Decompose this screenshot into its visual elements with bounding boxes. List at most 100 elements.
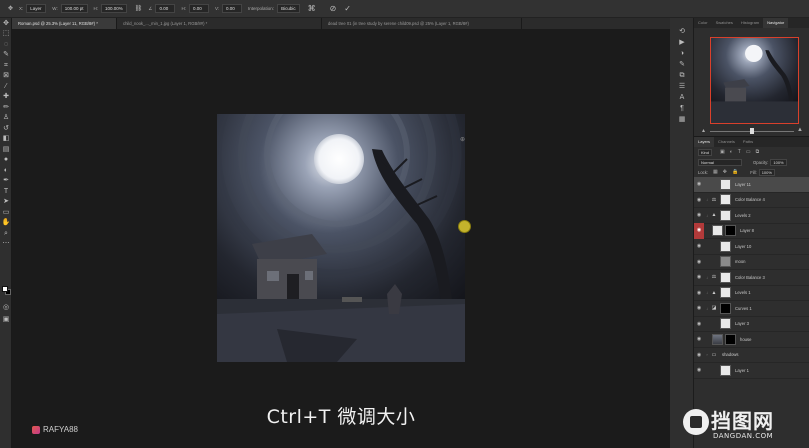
layer-row[interactable]: ◉ ↓ ▲ Levels 1 bbox=[694, 286, 809, 301]
tab-roman[interactable]: Roman.psd @ 25.3% (Layer 11, RGB/8#) * bbox=[12, 18, 117, 29]
history-panel-icon[interactable]: ⟲ bbox=[670, 26, 694, 36]
shape-tool-icon[interactable]: ▭ bbox=[0, 207, 12, 218]
visibility-eye-icon[interactable]: ◉ bbox=[694, 212, 704, 218]
adjustments-panel-icon[interactable]: ◑ bbox=[670, 48, 694, 58]
filter-adjust-icon[interactable]: ◐ bbox=[730, 149, 733, 155]
tab-child-nook[interactable]: child_nook_..._min_1.jpg (Layer 1, RGB/8… bbox=[117, 18, 322, 29]
blend-mode-select[interactable]: Normal bbox=[698, 158, 742, 166]
hskew-input[interactable]: 0.00 bbox=[188, 4, 209, 13]
eraser-tool-icon[interactable]: ◧ bbox=[0, 134, 12, 145]
layer-row[interactable]: ◉ house bbox=[694, 332, 809, 348]
lock-pixels-icon[interactable]: ▦ bbox=[713, 169, 718, 175]
visibility-eye-icon[interactable]: ◉ bbox=[694, 367, 704, 373]
crop-tool-icon[interactable]: ⌗ bbox=[0, 60, 12, 71]
layer-row[interactable]: ◉ Layer 8 bbox=[694, 223, 809, 239]
tab-channels[interactable]: Channels bbox=[714, 137, 739, 147]
tab-navigator[interactable]: Navigator bbox=[763, 18, 789, 28]
properties-panel-icon[interactable]: ☰ bbox=[670, 81, 694, 91]
dodge-tool-icon[interactable]: ◐ bbox=[0, 165, 12, 176]
tab-color[interactable]: Color bbox=[694, 18, 712, 28]
visibility-eye-icon[interactable]: ◉ bbox=[694, 243, 704, 249]
brush-tool-icon[interactable]: ✏ bbox=[0, 102, 12, 113]
quick-select-tool-icon[interactable]: ✎ bbox=[0, 50, 12, 61]
opacity-input[interactable]: 100% bbox=[770, 158, 787, 166]
layer-row[interactable]: ◉ ↓ ⚖ Color Balance 3 bbox=[694, 270, 809, 286]
actions-panel-icon[interactable]: ▶ bbox=[670, 37, 694, 47]
transform-corner-mark[interactable]: ⊕ bbox=[460, 136, 465, 143]
visibility-eye-icon[interactable]: ◉ bbox=[694, 223, 704, 239]
layer-row[interactable]: ◉ Layer 10 bbox=[694, 239, 809, 255]
tab-layers[interactable]: Layers bbox=[694, 137, 715, 147]
vskew-input[interactable]: 0.00 bbox=[222, 4, 243, 13]
layer-row[interactable]: ◉ › ▭ shadows bbox=[694, 348, 809, 363]
lock-position-icon[interactable]: ✥ bbox=[723, 169, 727, 175]
layer-row[interactable]: ◉ Layer 11 bbox=[694, 177, 809, 193]
layer-row[interactable]: ◉ ↓ ⚖ Color Balance 4 bbox=[694, 193, 809, 208]
pen-tool-icon[interactable]: ✒ bbox=[0, 176, 12, 187]
blur-tool-icon[interactable]: ● bbox=[0, 155, 12, 166]
interpolation-select[interactable]: Bicubic bbox=[277, 4, 300, 13]
artwork-moon-house[interactable] bbox=[217, 114, 465, 362]
gradient-tool-icon[interactable]: ▤ bbox=[0, 144, 12, 155]
type-tool-icon[interactable]: T bbox=[0, 186, 12, 197]
brushes-panel-icon[interactable]: ✎ bbox=[670, 59, 694, 69]
quick-mask-icon[interactable]: ◎ bbox=[0, 302, 12, 313]
move-tool-icon[interactable]: ✥ bbox=[8, 5, 13, 12]
layer-row[interactable]: ◉ moon bbox=[694, 255, 809, 270]
move-tool-icon[interactable]: ✥ bbox=[0, 18, 12, 29]
screen-mode-icon[interactable]: ▣ bbox=[0, 314, 12, 325]
visibility-eye-icon[interactable]: ◉ bbox=[694, 181, 704, 187]
visibility-eye-icon[interactable]: ◉ bbox=[694, 290, 704, 296]
cancel-icon[interactable]: ⊘ bbox=[330, 4, 337, 13]
visibility-eye-icon[interactable]: ◉ bbox=[694, 352, 704, 358]
layer-row[interactable]: ◉ Layer 3 bbox=[694, 317, 809, 332]
lock-all-icon[interactable]: 🔒 bbox=[732, 169, 738, 175]
tab-paths[interactable]: Paths bbox=[739, 137, 757, 147]
visibility-eye-icon[interactable]: ◉ bbox=[694, 259, 704, 265]
zoom-tool-icon[interactable]: ⌕ bbox=[0, 228, 12, 239]
filter-shape-icon[interactable]: ▭ bbox=[746, 149, 751, 155]
visibility-eye-icon[interactable]: ◉ bbox=[694, 274, 704, 280]
filter-smart-icon[interactable]: ⧉ bbox=[756, 149, 760, 155]
frame-tool-icon[interactable]: ⊠ bbox=[0, 71, 12, 82]
glyphs-panel-icon[interactable]: ▦ bbox=[670, 114, 694, 124]
visibility-eye-icon[interactable]: ◉ bbox=[694, 305, 704, 311]
layer-row[interactable]: ◉ ↓ ◪ Curves 1 bbox=[694, 301, 809, 317]
visibility-eye-icon[interactable]: ◉ bbox=[694, 336, 704, 342]
foreground-color-swatch[interactable] bbox=[2, 286, 8, 292]
layer-filter-select[interactable]: Kind bbox=[698, 148, 713, 156]
w-input[interactable]: 100.00 pt bbox=[60, 4, 88, 13]
path-select-tool-icon[interactable]: ➤ bbox=[0, 197, 12, 208]
link-icon[interactable]: ⛓ bbox=[135, 5, 143, 12]
tab-histogram[interactable]: Histogram bbox=[737, 18, 763, 28]
more-tools-icon[interactable]: ⋯ bbox=[0, 239, 12, 250]
filter-pixel-icon[interactable]: ▣ bbox=[720, 149, 725, 155]
check-icon[interactable]: ✓ bbox=[344, 4, 351, 13]
transform-rotate-handle[interactable] bbox=[458, 220, 471, 233]
navigator-preview[interactable] bbox=[710, 37, 799, 124]
stamp-tool-icon[interactable]: ♙ bbox=[0, 113, 12, 124]
lasso-tool-icon[interactable]: ◌ bbox=[0, 39, 12, 50]
zoom-out-icon[interactable]: ▴ bbox=[702, 127, 705, 134]
tab-swatches[interactable]: Swatches bbox=[712, 18, 737, 28]
visibility-eye-icon[interactable]: ◉ bbox=[694, 197, 704, 203]
canvas-area[interactable]: ⊕ Ctrl+T 微调大小 RAFYA88 bbox=[12, 29, 670, 448]
paragraph-panel-icon[interactable]: ¶ bbox=[670, 103, 694, 113]
eyedropper-tool-icon[interactable]: ⁄ bbox=[0, 81, 12, 92]
filter-type-icon[interactable]: T bbox=[738, 149, 741, 155]
zoom-in-icon[interactable]: ▲ bbox=[797, 127, 803, 133]
healing-tool-icon[interactable]: ✚ bbox=[0, 92, 12, 103]
visibility-eye-icon[interactable]: ◉ bbox=[694, 321, 704, 327]
warp-icon[interactable]: ⌘ bbox=[308, 4, 316, 13]
fill-input[interactable]: 100% bbox=[758, 168, 775, 176]
marquee-tool-icon[interactable]: ⬚ bbox=[0, 29, 12, 40]
layer-row[interactable]: ◉ ↓ ▲ Levels 2 bbox=[694, 208, 809, 224]
hand-tool-icon[interactable]: ✋ bbox=[0, 218, 12, 229]
zoom-slider-knob[interactable] bbox=[750, 128, 754, 134]
x-input[interactable]: Layer bbox=[26, 4, 47, 13]
angle-input[interactable]: 0.00 bbox=[155, 4, 176, 13]
character-panel-icon[interactable]: A bbox=[670, 92, 694, 102]
layer-row[interactable]: ◉ Layer 1 bbox=[694, 363, 809, 379]
tab-dead-tree[interactable]: dead tree 01 (in tree study by serene ch… bbox=[322, 18, 522, 29]
h-input[interactable]: 100.00% bbox=[101, 4, 127, 13]
